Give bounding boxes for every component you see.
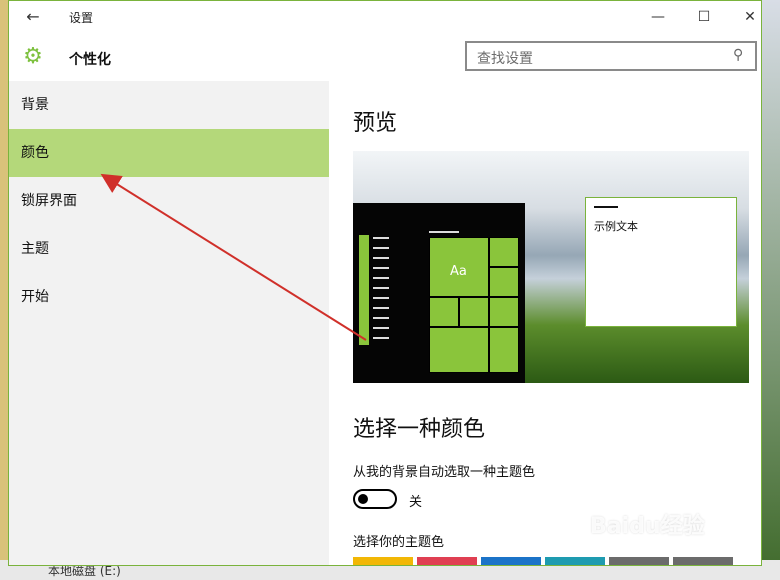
preview-tile — [489, 267, 519, 297]
start-menu-accent-column — [359, 235, 369, 345]
toggle-state-label: 关 — [409, 495, 423, 510]
back-arrow-icon[interactable]: ← — [23, 7, 43, 27]
preview-tile-large: Aa — [429, 237, 489, 297]
settings-header: ⚙ 个性化 查找设置 ⚲ — [9, 33, 761, 81]
color-swatch-gray-2[interactable] — [673, 557, 733, 565]
preview-tile — [489, 237, 519, 267]
start-menu-preview: Aa — [353, 203, 525, 383]
window-title: 设置 — [69, 11, 94, 25]
sidebar-item-lock-screen[interactable]: 锁屏界面 — [9, 177, 329, 225]
color-swatch-yellow[interactable] — [353, 557, 413, 565]
choose-color-heading: 选择一种颜色 — [353, 417, 486, 442]
auto-pick-toggle[interactable] — [353, 489, 397, 509]
color-swatch-teal[interactable] — [545, 557, 605, 565]
page-title: 个性化 — [69, 52, 111, 68]
accent-color-label: 选择你的主题色 — [353, 535, 445, 550]
close-button[interactable]: ✕ — [735, 7, 761, 27]
preview-tile — [459, 297, 489, 327]
sidebar-item-color[interactable]: 颜色 — [9, 129, 329, 177]
preview-tile-text: Aa — [450, 264, 467, 279]
settings-window: ← 设置 — ☐ ✕ ⚙ 个性化 查找设置 ⚲ 背景 颜色 锁屏界面 主题 开始… — [8, 0, 762, 566]
sample-text: 示例文本 — [594, 220, 638, 233]
sample-title-line — [594, 206, 618, 208]
main-content: 预览 Aa 示例文本 选择一种颜色 从我的背景自动选取一种主题色 关 选择你的主… — [329, 81, 761, 565]
sidebar-item-start[interactable]: 开始 — [9, 273, 329, 321]
color-swatch-gray[interactable] — [609, 557, 669, 565]
auto-pick-label: 从我的背景自动选取一种主题色 — [353, 465, 536, 480]
preview-heading: 预览 — [353, 111, 398, 136]
maximize-button[interactable]: ☐ — [689, 7, 719, 27]
search-placeholder: 查找设置 — [477, 51, 533, 67]
watermark: Baidu经验 — [590, 514, 705, 539]
desktop-background-left — [0, 0, 8, 580]
preview-tile — [489, 327, 519, 373]
search-input[interactable]: 查找设置 ⚲ — [465, 41, 757, 71]
minimize-button[interactable]: — — [643, 7, 673, 27]
sidebar-item-themes[interactable]: 主题 — [9, 225, 329, 273]
preview-tile — [429, 297, 459, 327]
toggle-knob — [358, 494, 368, 504]
preview-tile — [429, 327, 489, 373]
gear-icon: ⚙ — [23, 44, 43, 69]
preview-tile — [489, 297, 519, 327]
sample-window: 示例文本 — [585, 197, 737, 327]
color-swatch-red[interactable] — [417, 557, 477, 565]
title-bar: ← 设置 — ☐ ✕ — [9, 1, 761, 33]
search-icon[interactable]: ⚲ — [733, 47, 749, 63]
color-swatch-blue[interactable] — [481, 557, 541, 565]
sidebar-item-background[interactable]: 背景 — [9, 81, 329, 129]
desktop-background-right — [762, 0, 780, 580]
theme-preview: Aa 示例文本 — [353, 151, 749, 383]
sidebar: 背景 颜色 锁屏界面 主题 开始 — [9, 81, 329, 565]
